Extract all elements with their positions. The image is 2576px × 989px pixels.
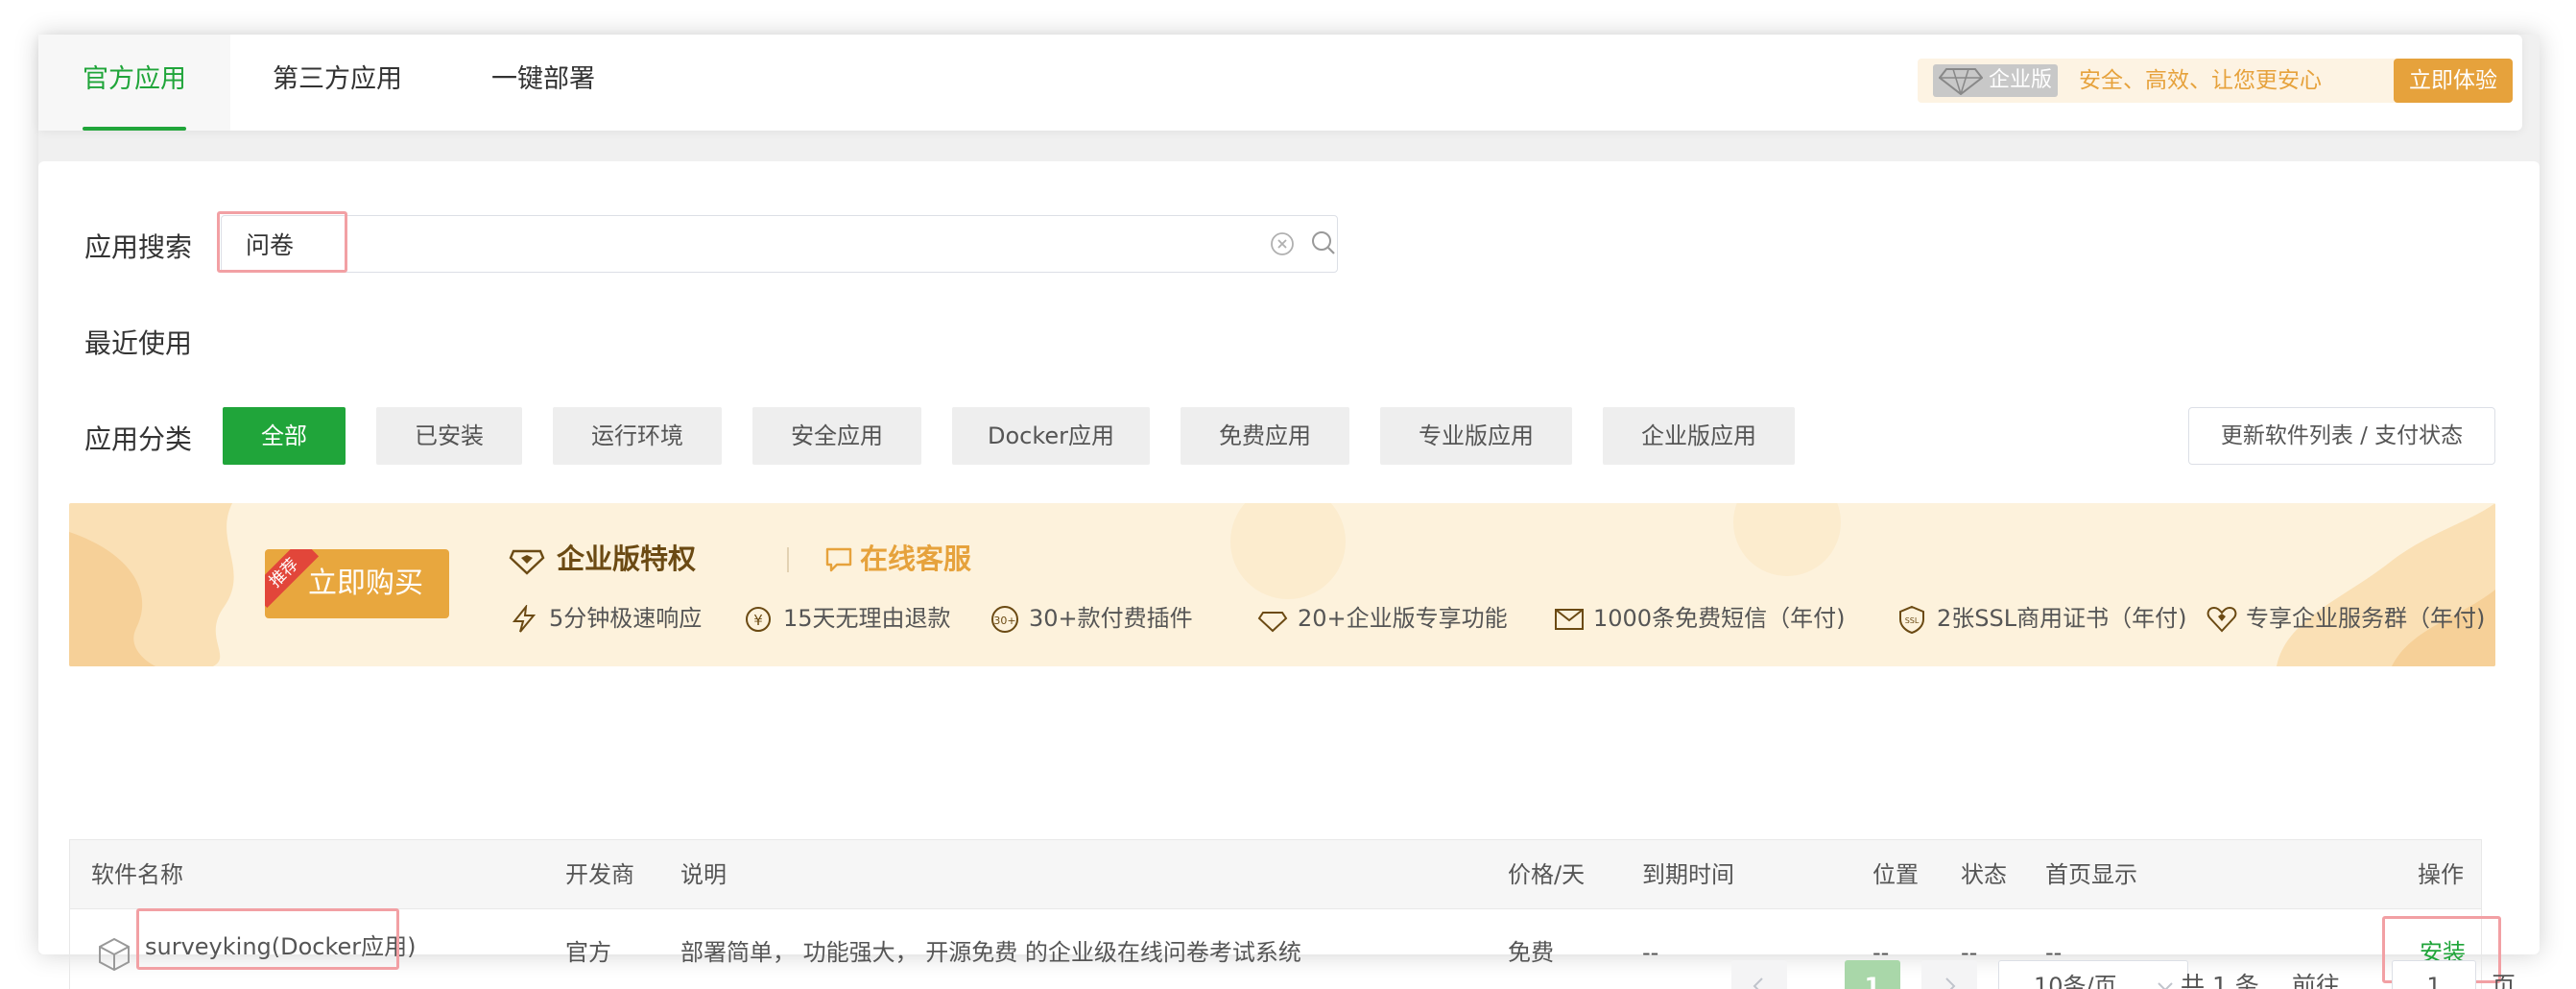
goto-page-input[interactable] [2392, 960, 2476, 989]
table-header: 软件名称 开发商 说明 价格/天 到期时间 位置 状态 首页显示 操作 [70, 840, 2481, 909]
diamond-icon [1939, 68, 1983, 95]
main-panel: 应用搜索 最近使用 应用分类 全部 已安装 运行环境 安全应用 Docker应用… [38, 161, 2540, 989]
enterprise-badge: 企业版 [1933, 64, 2058, 97]
category-installed[interactable]: 已安装 [376, 407, 522, 465]
refund-icon: ¥ [746, 607, 771, 632]
tab-one-click-deploy[interactable]: 一键部署 [491, 35, 595, 131]
prev-page-button[interactable] [1731, 960, 1787, 989]
header-developer: 开发商 [565, 861, 634, 888]
category-docker[interactable]: Docker应用 [952, 407, 1150, 465]
mail-icon [1555, 609, 1584, 630]
page-size-value: 10条/页 [2034, 973, 2117, 989]
tab-official-apps[interactable]: 官方应用 [38, 35, 230, 131]
category-label: 应用分类 [84, 423, 193, 455]
search-label: 应用搜索 [84, 231, 193, 263]
header-status: 状态 [1961, 861, 2007, 888]
software-developer: 官方 [565, 939, 611, 966]
category-pro[interactable]: 专业版应用 [1380, 407, 1572, 465]
page-size-select[interactable]: 10条/页 [1998, 960, 2188, 989]
lightning-icon [512, 605, 537, 633]
total-count: 共 1 条 [2181, 972, 2259, 989]
clear-icon[interactable] [1270, 231, 1295, 256]
software-description: 部署简单， 功能强大， 开源免费 的企业级在线问卷考试系统 [680, 939, 1301, 966]
header-description: 说明 [680, 861, 727, 888]
search-input[interactable] [223, 217, 1240, 271]
header-price: 价格/天 [1508, 861, 1586, 888]
enterprise-promo-banner: 推荐 立即购买 企业版特权 在线客服 5分钟极速响应 ¥ 15天无理由退款 30… [69, 503, 2495, 666]
enterprise-slogan: 安全、高效、让您更安心 [2079, 68, 2322, 93]
software-name[interactable]: surveyking(Docker应用) [145, 909, 417, 984]
software-expire: -- [1642, 939, 1659, 966]
header-action: 操作 [2418, 861, 2464, 888]
next-page-button[interactable] [1921, 960, 1977, 989]
feature-free-sms: 1000条免费短信（年付) [1553, 601, 1845, 636]
package-icon [99, 937, 130, 972]
software-price: 免费 [1508, 939, 1554, 966]
header-expire: 到期时间 [1642, 861, 1734, 888]
chevron-down-icon [2158, 982, 2173, 989]
app-tabs-bar: 官方应用 第三方应用 一键部署 企业版 安全、高效、让您更安心 立即体验 [38, 35, 2522, 131]
svg-text:SSL: SSL [1905, 616, 1920, 625]
chevron-left-icon [1753, 977, 1763, 989]
online-service-link[interactable]: 在线客服 [860, 542, 971, 576]
feature-fast-response: 5分钟极速响应 [509, 601, 702, 636]
feature-enterprise-group: 专享企业服务群（年付) [2206, 601, 2485, 636]
header-name: 软件名称 [91, 861, 183, 888]
crown-diamond-icon [509, 549, 545, 575]
category-enterprise[interactable]: 企业版应用 [1603, 407, 1795, 465]
enterprise-privilege-title: 企业版特权 [557, 543, 697, 575]
search-icon[interactable] [1310, 229, 1337, 256]
category-all[interactable]: 全部 [223, 407, 346, 465]
tab-third-party-apps[interactable]: 第三方应用 [273, 35, 402, 131]
plugin-count-icon: 30+ [991, 606, 1018, 633]
feature-enterprise-functions: 20+企业版专享功能 [1257, 601, 1508, 636]
buy-now-label: 立即购买 [308, 567, 423, 600]
page-number-current[interactable]: 1 [1845, 960, 1900, 989]
enterprise-banner: 企业版 安全、高效、让您更安心 立即体验 [1918, 59, 2513, 103]
promo-separator [787, 547, 789, 572]
header-homepage: 首页显示 [2045, 861, 2137, 888]
enterprise-badge-label: 企业版 [1989, 68, 2053, 92]
svg-text:¥: ¥ [753, 612, 763, 629]
feature-refund: ¥ 15天无理由退款 [743, 601, 951, 636]
svg-text:30+: 30+ [993, 615, 1015, 627]
window: 官方应用 第三方应用 一键部署 企业版 安全、高效、让您更安心 立即体验 应用搜… [38, 35, 2540, 989]
category-free[interactable]: 免费应用 [1181, 407, 1349, 465]
feature-ssl-certs: SSL 2张SSL商用证书（年付) [1896, 601, 2186, 636]
feature-paid-plugins: 30+ 30+款付费插件 [989, 601, 1193, 636]
chat-icon [825, 547, 852, 572]
heart-diamond-icon [2206, 606, 2237, 633]
search-box [221, 215, 1338, 273]
diamond-icon [1257, 612, 1288, 633]
buy-now-button[interactable]: 推荐 立即购买 [265, 549, 449, 618]
update-software-list-button[interactable]: 更新软件列表 / 支付状态 [2188, 407, 2495, 465]
try-enterprise-button[interactable]: 立即体验 [2394, 59, 2513, 103]
recent-label: 最近使用 [84, 327, 193, 359]
header-position: 位置 [1872, 861, 1919, 888]
page-suffix: 页 [2492, 972, 2516, 989]
category-security[interactable]: 安全应用 [752, 407, 921, 465]
chevron-right-icon [1945, 977, 1956, 989]
goto-label: 前往 [2292, 972, 2341, 989]
ssl-shield-icon: SSL [1899, 605, 1924, 634]
category-runtime[interactable]: 运行环境 [553, 407, 722, 465]
